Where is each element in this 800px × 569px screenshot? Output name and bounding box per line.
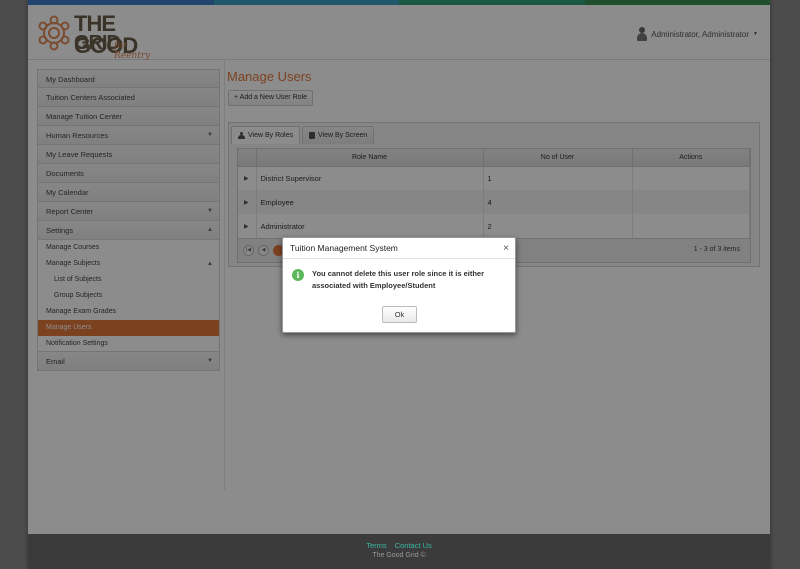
footer-terms-link[interactable]: Terms — [366, 541, 386, 550]
dialog-body: i You cannot delete this user role since… — [283, 259, 515, 292]
footer: Terms Contact Us The Good Grid © — [28, 534, 770, 569]
info-icon: i — [292, 269, 304, 281]
footer-links: Terms Contact Us — [28, 534, 770, 550]
footer-copyright: The Good Grid © — [372, 552, 426, 559]
ok-button[interactable]: Ok — [382, 306, 417, 323]
dialog-title: Tuition Management System — [290, 243, 398, 253]
dialog-message-line2: associated with Employee/Student — [312, 281, 436, 290]
alert-dialog: Tuition Management System × i You cannot… — [282, 237, 516, 333]
dialog-header: Tuition Management System × — [283, 238, 515, 259]
footer-contact-link[interactable]: Contact Us — [395, 541, 432, 550]
dialog-message-line1: You cannot delete this user role since i… — [312, 269, 484, 278]
close-icon[interactable]: × — [503, 238, 509, 259]
